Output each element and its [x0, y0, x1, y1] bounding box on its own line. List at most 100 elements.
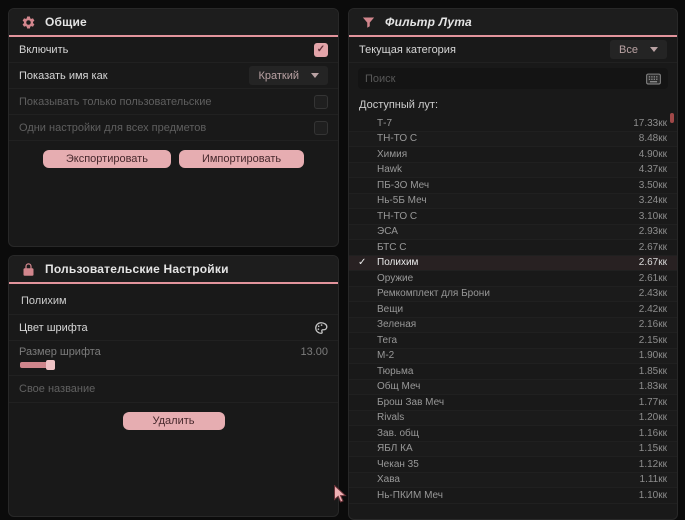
- chevron-down-icon: [650, 47, 658, 52]
- item-count: 1.77кк: [638, 396, 667, 408]
- list-item[interactable]: Тега 2.15кк: [349, 333, 677, 349]
- enable-checkbox[interactable]: ✓: [314, 42, 328, 57]
- only-custom-row: Показывать только пользовательские: [9, 89, 338, 115]
- item-name: Hawk: [377, 164, 403, 176]
- item-count: 1.90кк: [638, 350, 667, 362]
- list-item[interactable]: Т-7 17.33кк: [349, 116, 677, 132]
- item-count: 2.43кк: [638, 288, 667, 300]
- item-count: 1.20кк: [638, 412, 667, 424]
- check-icon: ✓: [358, 257, 367, 269]
- font-size-slider[interactable]: [20, 360, 55, 370]
- category-combo[interactable]: Все: [610, 40, 667, 59]
- same-settings-label: Одни настройки для всех предметов: [19, 121, 207, 134]
- loot-list-label: Доступный лут:: [359, 99, 439, 111]
- item-name: БТС С: [377, 241, 407, 253]
- list-item[interactable]: Нь-ПКИМ Меч 1.10кк: [349, 488, 677, 504]
- only-custom-checkbox[interactable]: [314, 94, 328, 109]
- selected-item-name: Полихим: [9, 284, 338, 315]
- list-item[interactable]: ТН-ТО С 8.48кк: [349, 131, 677, 147]
- item-count: 2.61кк: [638, 272, 667, 284]
- import-button[interactable]: Импортировать: [178, 150, 305, 168]
- item-name: Чекан 35: [377, 458, 419, 470]
- search-input[interactable]: [365, 72, 646, 85]
- list-item[interactable]: Общ Меч 1.83кк: [349, 379, 677, 395]
- item-count: 1.15кк: [638, 443, 667, 455]
- list-item[interactable]: Хава 1.11кк: [349, 472, 677, 488]
- item-count: 2.67кк: [638, 241, 667, 253]
- item-name: Ремкомплект для Брони: [377, 288, 490, 300]
- list-item[interactable]: Зеленая 2.16кк: [349, 317, 677, 333]
- only-custom-label: Показывать только пользовательские: [19, 95, 212, 108]
- item-count: 2.42кк: [638, 303, 667, 315]
- list-item[interactable]: БТС С 2.67кк: [349, 240, 677, 256]
- list-item[interactable]: Брош Зав Меч 1.77кк: [349, 395, 677, 411]
- item-name: Нь-5Б Меч: [377, 195, 427, 207]
- item-count: 1.16кк: [638, 427, 667, 439]
- export-button[interactable]: Экспортировать: [42, 150, 171, 168]
- list-item[interactable]: М-2 1.90кк: [349, 348, 677, 364]
- search-bar: [358, 68, 668, 89]
- font-size-row: Размер шрифта 13.00: [9, 341, 338, 376]
- item-count: 1.85кк: [638, 365, 667, 377]
- font-size-value: 13.00: [300, 346, 328, 358]
- category-value: Все: [619, 43, 638, 56]
- font-color-label: Цвет шрифта: [19, 321, 88, 334]
- general-panel: Общие Включить ✓ Показать имя как Кратки…: [8, 8, 339, 247]
- list-item[interactable]: ТН-ТО С 3.10кк: [349, 209, 677, 225]
- custom-settings-title: Пользовательские Настройки: [45, 262, 229, 276]
- category-label: Текущая категория: [359, 43, 456, 56]
- list-item[interactable]: ЭСА 2.93кк: [349, 224, 677, 240]
- list-item[interactable]: Нь-5Б Меч 3.24кк: [349, 193, 677, 209]
- item-count: 1.12кк: [638, 458, 667, 470]
- list-item[interactable]: Rivals 1.20кк: [349, 410, 677, 426]
- delete-button[interactable]: Удалить: [122, 412, 225, 430]
- list-item[interactable]: ПБ-3О Меч 3.50кк: [349, 178, 677, 194]
- item-name: Нь-ПКИМ Меч: [377, 489, 443, 501]
- item-name: Т-7: [377, 117, 392, 129]
- item-count: 4.37кк: [638, 164, 667, 176]
- show-name-combo[interactable]: Краткий: [249, 66, 328, 85]
- item-count: 3.50кк: [638, 179, 667, 191]
- keyboard-icon[interactable]: [646, 73, 661, 85]
- list-item[interactable]: Чекан 35 1.12кк: [349, 457, 677, 473]
- font-color-row: Цвет шрифта: [9, 315, 338, 341]
- item-count: 3.10кк: [638, 210, 667, 222]
- list-item[interactable]: Вещи 2.42кк: [349, 302, 677, 318]
- item-count: 17.33кк: [633, 117, 667, 129]
- same-settings-checkbox[interactable]: [314, 120, 328, 135]
- list-item[interactable]: ЯБЛ КА 1.15кк: [349, 441, 677, 457]
- item-name: Оружие: [377, 272, 414, 284]
- item-name: Общ Меч: [377, 381, 421, 393]
- item-count: 8.48кк: [638, 133, 667, 145]
- lock-icon: [21, 262, 36, 277]
- custom-settings-panel: Пользовательские Настройки Полихим Цвет …: [8, 255, 339, 517]
- item-name: М-2: [377, 350, 395, 362]
- custom-name-input[interactable]: [19, 383, 328, 395]
- custom-name-row: [9, 376, 338, 403]
- item-name: Хава: [377, 474, 400, 486]
- item-count: 1.11кк: [639, 474, 667, 486]
- item-name: Rivals: [377, 412, 405, 424]
- scrollbar-thumb[interactable]: [670, 113, 674, 123]
- list-item[interactable]: ✓ Полихим 2.67кк: [349, 255, 677, 271]
- item-count: 2.67кк: [638, 257, 667, 269]
- list-item[interactable]: Оружие 2.61кк: [349, 271, 677, 287]
- item-count: 4.90кк: [638, 148, 667, 160]
- item-count: 2.16кк: [638, 319, 667, 331]
- slider-grab[interactable]: [46, 360, 55, 370]
- item-name: Зеленая: [377, 319, 417, 331]
- list-item[interactable]: Hawk 4.37кк: [349, 162, 677, 178]
- list-item[interactable]: Ремкомплект для Брони 2.43кк: [349, 286, 677, 302]
- gear-icon: [21, 15, 36, 30]
- palette-icon[interactable]: [314, 321, 328, 335]
- item-name: Химия: [377, 148, 408, 160]
- list-item[interactable]: Зав. общ 1.16кк: [349, 426, 677, 442]
- general-panel-title: Общие: [45, 15, 87, 29]
- show-name-value: Краткий: [258, 69, 299, 82]
- list-item[interactable]: Химия 4.90кк: [349, 147, 677, 163]
- general-panel-header: Общие: [9, 9, 338, 37]
- same-settings-row: Одни настройки для всех предметов: [9, 115, 338, 141]
- list-item[interactable]: Тюрьма 1.85кк: [349, 364, 677, 380]
- item-name: Полихим: [377, 257, 419, 269]
- item-name: ЭСА: [377, 226, 398, 238]
